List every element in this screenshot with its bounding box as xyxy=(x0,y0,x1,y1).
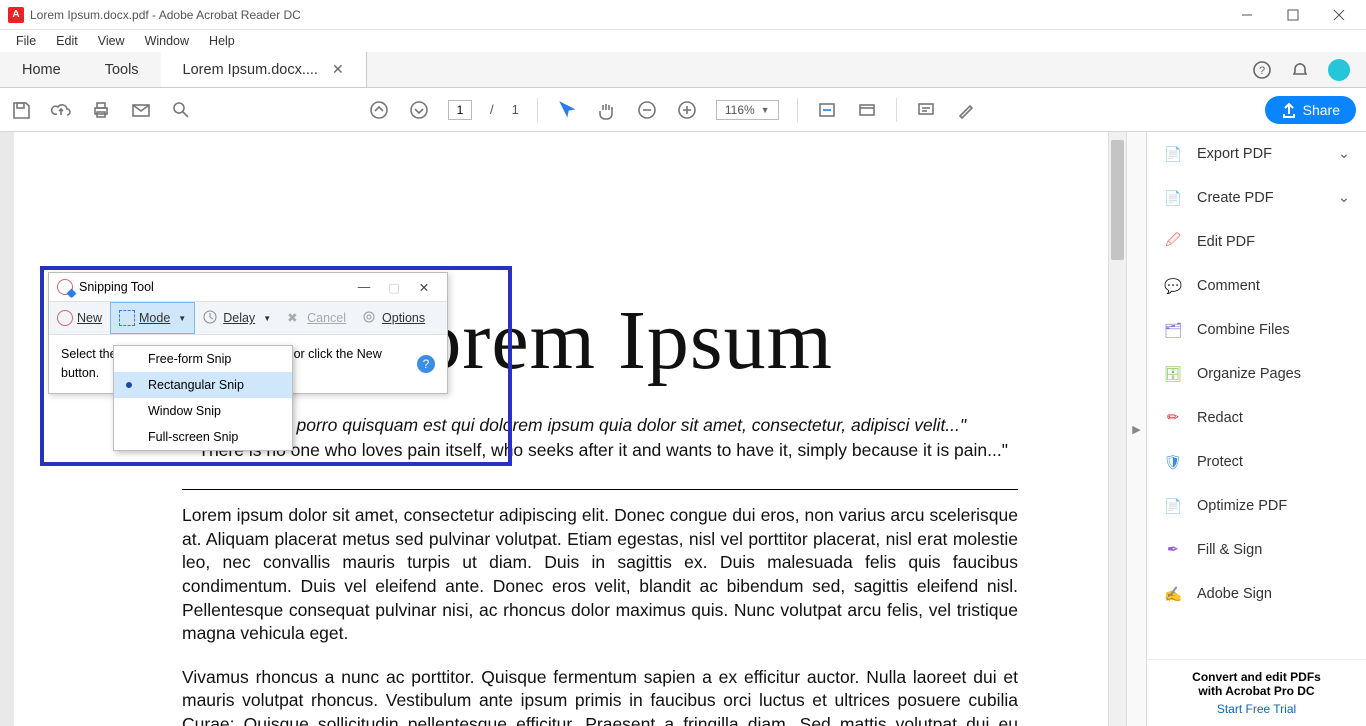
zoom-out-icon[interactable] xyxy=(636,99,658,121)
doc-divider xyxy=(182,489,1018,490)
snipping-tool-app-icon xyxy=(57,279,73,295)
tool-fill-sign[interactable]: ✒Fill & Sign xyxy=(1147,528,1366,572)
vertical-scrollbar[interactable] xyxy=(1108,132,1126,726)
cloud-upload-icon[interactable] xyxy=(50,99,72,121)
document-viewport[interactable]: Lorem Ipsum "Neque porro quisquam est qu… xyxy=(0,132,1108,726)
snip-mode-dropdown: Free-form Snip Rectangular Snip Window S… xyxy=(113,345,293,451)
acrobat-app-icon: A xyxy=(8,7,24,23)
snip-mode-button[interactable]: Mode▼ xyxy=(110,302,195,334)
tool-protect[interactable]: 🛡Protect xyxy=(1147,440,1366,484)
snip-close-button[interactable]: ✕ xyxy=(409,280,439,295)
page-display-icon[interactable] xyxy=(856,99,878,121)
notifications-bell-icon[interactable] xyxy=(1290,60,1310,80)
scrollbar-thumb[interactable] xyxy=(1111,140,1124,260)
tools-pane: 📄Export PDF⌄ 📄Create PDF⌄ 🖉Edit PDF 💬Com… xyxy=(1146,132,1366,726)
snip-maximize-button[interactable]: ▢ xyxy=(379,280,409,295)
page-total: 1 xyxy=(512,102,519,117)
window-titlebar: A Lorem Ipsum.docx.pdf - Adobe Acrobat R… xyxy=(0,0,1366,30)
snipping-tool-toolbar: New Mode▼ Delay▼ ✖Cancel Options xyxy=(49,301,447,335)
snip-delay-button[interactable]: Delay▼ xyxy=(195,302,279,334)
snip-mode-fullscreen[interactable]: Full-screen Snip xyxy=(114,424,292,450)
fit-width-icon[interactable] xyxy=(816,99,838,121)
svg-text:?: ? xyxy=(1259,65,1265,77)
search-icon[interactable] xyxy=(170,99,192,121)
footer-line2: with Acrobat Pro DC xyxy=(1198,684,1314,698)
tool-adobe-sign[interactable]: ✍Adobe Sign xyxy=(1147,572,1366,616)
menu-file[interactable]: File xyxy=(6,32,46,50)
snipping-tool-title: Snipping Tool xyxy=(79,280,349,294)
page-up-icon[interactable] xyxy=(368,99,390,121)
snip-mode-window[interactable]: Window Snip xyxy=(114,398,292,424)
page-separator: / xyxy=(490,102,494,117)
footer-line1: Convert and edit PDFs xyxy=(1192,670,1321,684)
tool-combine[interactable]: 🗂Combine Files xyxy=(1147,308,1366,352)
tab-home[interactable]: Home xyxy=(0,52,83,87)
menu-view[interactable]: View xyxy=(88,32,135,50)
user-avatar[interactable] xyxy=(1328,59,1350,81)
window-close-button[interactable] xyxy=(1316,0,1362,30)
highlight-pen-icon[interactable] xyxy=(955,99,977,121)
menu-edit[interactable]: Edit xyxy=(46,32,88,50)
start-free-trial-link[interactable]: Start Free Trial xyxy=(1155,702,1358,716)
tool-organize[interactable]: 🗄Organize Pages xyxy=(1147,352,1366,396)
zoom-level-dropdown[interactable]: 116%▼ xyxy=(716,100,779,120)
tab-document-label: Lorem Ipsum.docx.... xyxy=(183,62,318,78)
main-toolbar: / 1 116%▼ Share xyxy=(0,88,1366,132)
pan-hand-icon[interactable] xyxy=(596,99,618,121)
tool-edit-pdf[interactable]: 🖉Edit PDF xyxy=(1147,220,1366,264)
tool-comment[interactable]: 💬Comment xyxy=(1147,264,1366,308)
tool-export-pdf[interactable]: 📄Export PDF⌄ xyxy=(1147,132,1366,176)
snipping-tool-titlebar[interactable]: Snipping Tool — ▢ ✕ xyxy=(49,273,447,301)
menu-help[interactable]: Help xyxy=(199,32,245,50)
snip-mode-freeform[interactable]: Free-form Snip xyxy=(114,346,292,372)
snip-help-icon[interactable]: ? xyxy=(417,355,435,373)
snip-minimize-button[interactable]: — xyxy=(349,280,379,294)
help-icon[interactable]: ? xyxy=(1252,60,1272,80)
tab-document[interactable]: Lorem Ipsum.docx.... ✕ xyxy=(161,52,367,87)
tool-redact[interactable]: ✏Redact xyxy=(1147,396,1366,440)
top-tab-bar: Home Tools Lorem Ipsum.docx.... ✕ ? xyxy=(0,52,1366,88)
comment-tool-icon[interactable] xyxy=(915,99,937,121)
snip-cancel-button: ✖Cancel xyxy=(279,302,354,334)
doc-paragraph-2: Vivamus rhoncus a nunc ac porttitor. Qui… xyxy=(182,666,1018,726)
tool-optimize[interactable]: 📄Optimize PDF xyxy=(1147,484,1366,528)
page-number-input[interactable] xyxy=(448,100,472,120)
doc-subtitle: "There is no one who loves pain itself, … xyxy=(182,440,1018,461)
menubar: File Edit View Window Help xyxy=(0,30,1366,52)
snip-new-button[interactable]: New xyxy=(49,302,110,334)
chevron-down-icon: ⌄ xyxy=(1338,146,1350,162)
chevron-down-icon: ⌄ xyxy=(1338,190,1350,206)
window-minimize-button[interactable] xyxy=(1224,0,1270,30)
snip-options-button[interactable]: Options xyxy=(354,302,433,334)
tab-tools[interactable]: Tools xyxy=(83,52,161,87)
right-panel-collapse-handle[interactable]: ▶ xyxy=(1126,132,1146,726)
doc-quote: "Neque porro quisquam est qui dolorem ip… xyxy=(182,415,1018,436)
selection-cursor-icon[interactable] xyxy=(556,99,578,121)
window-maximize-button[interactable] xyxy=(1270,0,1316,30)
tab-close-icon[interactable]: ✕ xyxy=(332,61,344,78)
snip-mode-rectangular[interactable]: Rectangular Snip xyxy=(114,372,292,398)
page-down-icon[interactable] xyxy=(408,99,430,121)
print-icon[interactable] xyxy=(90,99,112,121)
zoom-in-icon[interactable] xyxy=(676,99,698,121)
save-icon[interactable] xyxy=(10,99,32,121)
menu-window[interactable]: Window xyxy=(135,32,199,50)
share-button[interactable]: Share xyxy=(1265,96,1356,124)
tool-create-pdf[interactable]: 📄Create PDF⌄ xyxy=(1147,176,1366,220)
doc-paragraph-1: Lorem ipsum dolor sit amet, consectetur … xyxy=(182,504,1018,646)
email-icon[interactable] xyxy=(130,99,152,121)
window-title: Lorem Ipsum.docx.pdf - Adobe Acrobat Rea… xyxy=(30,8,1224,22)
